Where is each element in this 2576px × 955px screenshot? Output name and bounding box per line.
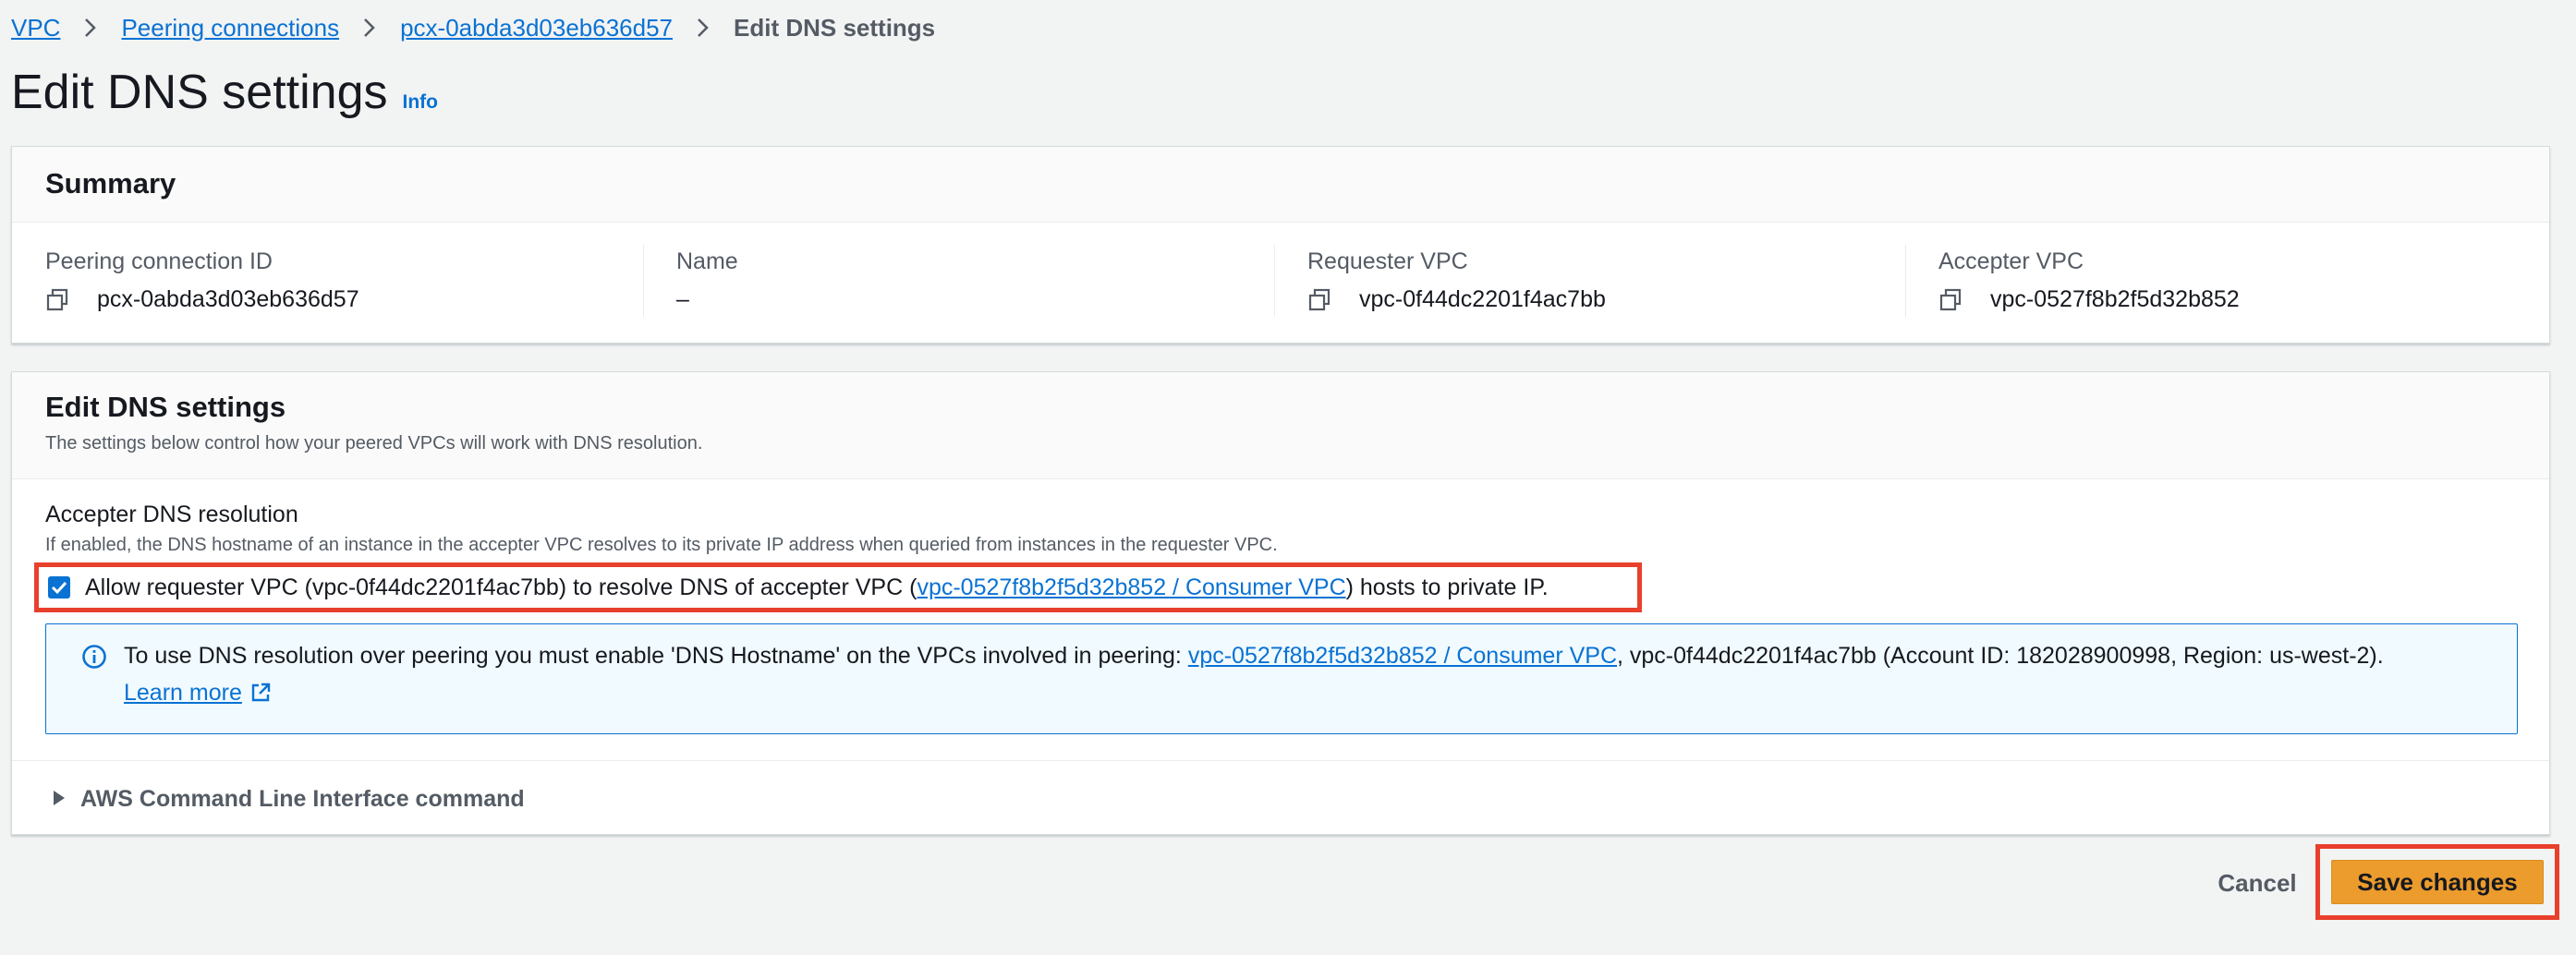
summary-peering-id: Peering connection ID pcx-0abda3d03eb636… (12, 241, 643, 324)
checkbox-label-prefix: Allow requester VPC (vpc-0f44dc2201f4ac7… (85, 574, 917, 600)
alert-text-suffix: , vpc-0f44dc2201f4ac7bb (Account ID: 182… (1617, 643, 2384, 669)
summary-header: Summary (12, 147, 2549, 223)
chevron-right-icon (697, 18, 710, 38)
copy-icon[interactable] (45, 288, 69, 312)
breadcrumb-peering-connections[interactable]: Peering connections (121, 14, 339, 42)
save-highlight: Save changes (2315, 844, 2559, 920)
caret-right-icon (53, 786, 66, 813)
save-changes-button[interactable]: Save changes (2331, 860, 2544, 904)
summary-field-label: Peering connection ID (45, 248, 273, 274)
accepter-dns-label: Accepter DNS resolution (45, 502, 298, 527)
learn-more-label: Learn more (124, 680, 242, 706)
dns-settings-title: Edit DNS settings (45, 391, 286, 423)
page-title: Edit DNS settings (11, 66, 388, 119)
summary-field-label: Requester VPC (1307, 248, 1468, 274)
learn-more-link[interactable]: Learn more (124, 674, 272, 711)
summary-panel: Summary Peering connection ID pcx-0abda3… (11, 146, 2550, 344)
dns-info-alert-text: To use DNS resolution over peering you m… (124, 637, 2384, 733)
divider (12, 760, 2549, 761)
summary-grid: Peering connection ID pcx-0abda3d03eb636… (12, 223, 2549, 324)
dns-settings-header: Edit DNS settings The settings below con… (12, 372, 2549, 479)
consumer-vpc-link[interactable]: vpc-0527f8b2f5d32b852 / Consumer VPC (917, 574, 1345, 601)
summary-field-value: vpc-0f44dc2201f4ac7bb (1359, 286, 1606, 312)
breadcrumb: VPC Peering connections pcx-0abda3d03eb6… (11, 9, 935, 46)
cli-command-expander[interactable]: AWS Command Line Interface command (53, 786, 525, 813)
cli-command-label: AWS Command Line Interface command (80, 786, 525, 812)
checkmark-icon (51, 581, 67, 595)
info-circle-icon (81, 644, 107, 670)
breadcrumb-vpc[interactable]: VPC (11, 14, 60, 42)
summary-accepter-vpc: Accepter VPC vpc-0527f8b2f5d32b852 (1905, 241, 2536, 324)
accepter-dns-description: If enabled, the DNS hostname of an insta… (45, 535, 1278, 555)
summary-title: Summary (45, 167, 176, 199)
summary-field-value: – (676, 286, 689, 312)
summary-field-value: vpc-0527f8b2f5d32b852 (1990, 286, 2240, 312)
summary-field-value: pcx-0abda3d03eb636d57 (97, 286, 359, 312)
copy-icon[interactable] (1307, 288, 1331, 312)
copy-icon[interactable] (1938, 288, 1962, 312)
page-header: Edit DNS settings Info (11, 65, 438, 120)
summary-name: Name – (643, 241, 1274, 324)
external-link-icon (251, 683, 271, 702)
accepter-dns-checkbox-row[interactable]: Allow requester VPC (vpc-0f44dc2201f4ac7… (34, 562, 1642, 612)
summary-requester-vpc: Requester VPC vpc-0f44dc2201f4ac7bb (1274, 241, 1905, 324)
breadcrumb-current: Edit DNS settings (734, 13, 936, 42)
accepter-dns-checkbox[interactable] (48, 576, 70, 598)
dns-info-alert: To use DNS resolution over peering you m… (45, 623, 2518, 734)
chevron-right-icon (363, 18, 376, 38)
alert-consumer-vpc-link[interactable]: vpc-0527f8b2f5d32b852 / Consumer VPC (1188, 643, 1617, 669)
chevron-right-icon (84, 18, 97, 38)
summary-field-label: Accepter VPC (1938, 248, 2084, 274)
summary-field-label: Name (676, 248, 738, 274)
alert-text-prefix: To use DNS resolution over peering you m… (124, 643, 1188, 669)
dns-settings-description: The settings below control how your peer… (45, 433, 703, 453)
dns-settings-panel: Edit DNS settings The settings below con… (11, 371, 2550, 835)
breadcrumb-peering-id[interactable]: pcx-0abda3d03eb636d57 (400, 14, 673, 42)
checkbox-label-suffix: ) hosts to private IP. (1345, 574, 1549, 600)
info-link[interactable]: Info (403, 91, 438, 114)
cancel-button[interactable]: Cancel (2206, 864, 2308, 901)
